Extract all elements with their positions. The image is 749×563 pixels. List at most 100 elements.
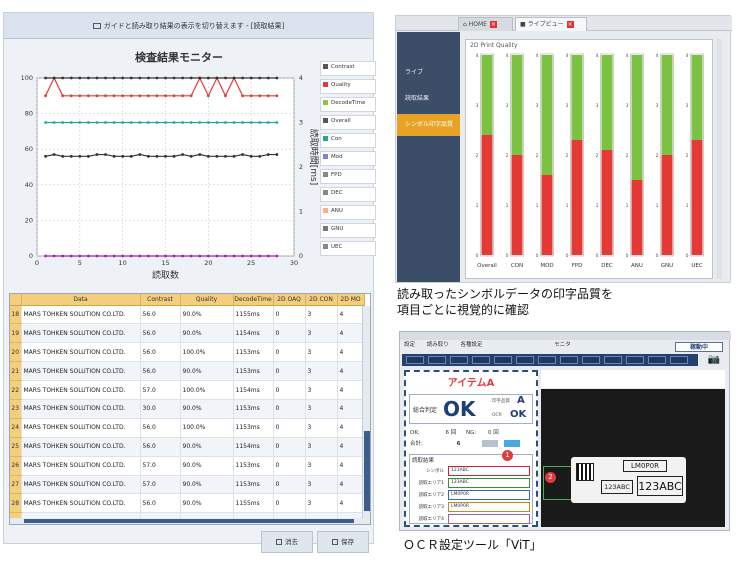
legend-item[interactable]: Contrast	[320, 61, 376, 76]
save-button[interactable]: 保存	[317, 531, 369, 553]
bar	[511, 55, 523, 155]
table-cell-data: MARS TOHKEN SOLUTION CO.LTD.	[21, 305, 141, 325]
scroll-thumb[interactable]	[24, 519, 354, 523]
data-point-overall	[146, 154, 150, 158]
toolbar-button[interactable]	[560, 356, 578, 364]
table-horizontal-scrollbar[interactable]	[10, 518, 370, 524]
reset-icon[interactable]	[482, 440, 499, 447]
bar-tick-label: 2	[686, 153, 689, 159]
data-point-mod	[61, 254, 65, 258]
table-cell-mo: 4	[337, 342, 365, 363]
table-row[interactable]: 28 MARS TOHKEN SOLUTION CO.LTD. 56.0 90.0% 1…	[10, 493, 365, 514]
table-row[interactable]: 18 MARS TOHKEN SOLUTION CO.LTD. 56.0 90.0% 1…	[10, 305, 365, 325]
legend-item[interactable]: Quality	[320, 79, 376, 94]
data-point-con	[146, 121, 150, 124]
nav-item-live[interactable]: ライブ	[397, 62, 460, 84]
data-point-overall	[241, 153, 245, 156]
menu-read[interactable]: 読み取り	[427, 342, 449, 348]
bar-category-label: ANU	[631, 263, 643, 269]
tab-live-view[interactable]: ■ ライブビュー ×	[515, 17, 587, 31]
table-cell-mo: 4	[337, 361, 365, 382]
table-cell-mo: 4	[337, 399, 365, 419]
tab-home[interactable]: ⌂ HOME ×	[458, 17, 513, 31]
table-row[interactable]: 20 MARS TOHKEN SOLUTION CO.LTD. 56.0 100.0%…	[10, 342, 365, 363]
toolbar-button[interactable]	[648, 356, 666, 364]
clear-button[interactable]: 消去	[261, 531, 313, 553]
legend-item[interactable]: GNU	[320, 223, 376, 238]
bar-tick-label: 2	[506, 153, 509, 159]
toolbar-button[interactable]	[582, 356, 600, 364]
table-cell-con: 3	[305, 493, 338, 514]
column-header[interactable]: 2D OAQ	[273, 294, 306, 306]
table-row[interactable]: 21 MARS TOHKEN SOLUTION CO.LTD. 56.0 90.0% 1…	[10, 361, 365, 382]
table-cell-quality: 100.0%	[180, 418, 234, 438]
bar	[571, 140, 583, 255]
menu-various[interactable]: 各種設定	[461, 342, 483, 348]
toolbar-button[interactable]	[406, 356, 424, 364]
data-point-contrast	[104, 76, 107, 80]
table-row[interactable]: 24 MARS TOHKEN SOLUTION CO.LTD. 56.0 100.0%…	[10, 418, 365, 438]
toolbar-button[interactable]	[604, 356, 622, 364]
column-header[interactable]: Quality	[180, 294, 234, 306]
legend-swatch	[323, 190, 328, 195]
ok-count: 6 回	[445, 430, 457, 436]
legend-label: Mod	[331, 154, 343, 160]
table-cell-contrast: 56.0	[140, 342, 181, 363]
toolbar-button[interactable]	[428, 356, 446, 364]
camera-icon[interactable]: 📷	[706, 354, 722, 366]
bar-tick-label: 0	[596, 253, 599, 259]
toolbar-button[interactable]	[670, 356, 688, 364]
toolbar-button[interactable]	[450, 356, 468, 364]
toolbar-button[interactable]	[494, 356, 512, 364]
monitor-line-chart: 0204060801000 5 10 15 20 25 3001234読取数読取時間[ms]	[21, 74, 320, 281]
y2-axis-label: 読取時間[ms]	[308, 129, 320, 185]
bar-category-label: GNU	[661, 263, 673, 269]
panel-scrollbar[interactable]	[716, 39, 722, 279]
toolbar-button[interactable]	[538, 356, 556, 364]
menu-settings[interactable]: 設定	[404, 342, 415, 348]
column-header[interactable]: Data	[21, 294, 141, 306]
camera-view[interactable]: 2 LM0P0R 123ABC 123ABC	[541, 389, 725, 527]
close-icon[interactable]: ×	[489, 21, 497, 28]
legend-item[interactable]: UEC	[320, 241, 376, 256]
toolbar-toggle[interactable]: ガイドと読み取り結果の表示を切り替えます - [読取結果]	[4, 13, 373, 39]
legend-item[interactable]: Mod	[320, 151, 376, 166]
nav-item-results[interactable]: 読取結果	[397, 88, 460, 110]
table-vertical-scrollbar[interactable]	[362, 306, 370, 524]
toolbar-button[interactable]	[626, 356, 644, 364]
legend-item[interactable]: FPD	[320, 169, 376, 184]
legend-swatch	[323, 172, 328, 177]
bar	[541, 55, 553, 175]
column-header[interactable]: 2D MO	[337, 294, 365, 306]
menu-monitor[interactable]: モニタ	[554, 342, 571, 348]
table-cell-oaq: 0	[273, 493, 306, 514]
print-grade: A	[517, 395, 525, 406]
toolbar-button[interactable]	[516, 356, 534, 364]
toolbar-button[interactable]	[472, 356, 490, 364]
nav-item-print-quality[interactable]: シンボル印字品質	[397, 114, 460, 136]
table-row[interactable]: 19 MARS TOHKEN SOLUTION CO.LTD. 56.0 90.0% 1…	[10, 323, 365, 344]
legend-item[interactable]: DecodeTime	[320, 97, 376, 112]
table-row[interactable]: 23 MARS TOHKEN SOLUTION CO.LTD. 30.0 90.0% 1…	[10, 399, 365, 419]
close-icon[interactable]: ×	[566, 21, 574, 28]
data-point-quality	[172, 94, 176, 98]
table-cell-time: 1153ms	[233, 361, 274, 382]
side-navigation: ライブ 読取結果 シンボル印字品質	[397, 32, 460, 282]
reset-button[interactable]	[503, 440, 520, 447]
column-header[interactable]: Contrast	[140, 294, 181, 306]
table-cell-con: 3	[305, 456, 338, 476]
table-row[interactable]: 27 MARS TOHKEN SOLUTION CO.LTD. 57.0 90.0% 1…	[10, 475, 365, 495]
column-header[interactable]: 2D CON	[305, 294, 338, 306]
column-header[interactable]: DecodeTime	[233, 294, 274, 306]
legend-item[interactable]: Overall	[320, 115, 376, 130]
data-point-con	[258, 121, 262, 124]
bar	[661, 55, 673, 155]
legend-item[interactable]: Con	[320, 133, 376, 148]
legend-item[interactable]: DEC	[320, 187, 376, 202]
table-row[interactable]: 22 MARS TOHKEN SOLUTION CO.LTD. 57.0 100.0%…	[10, 380, 365, 400]
legend-item[interactable]: ANU	[320, 205, 376, 220]
table-row[interactable]: 26 MARS TOHKEN SOLUTION CO.LTD. 57.0 90.0% 1…	[10, 456, 365, 476]
table-row[interactable]: 25 MARS TOHKEN SOLUTION CO.LTD. 56.0 90.0% 1…	[10, 437, 365, 457]
scroll-thumb[interactable]	[364, 431, 370, 511]
tab-bar: ⌂ HOME × ■ ライブビュー ×	[396, 16, 732, 31]
